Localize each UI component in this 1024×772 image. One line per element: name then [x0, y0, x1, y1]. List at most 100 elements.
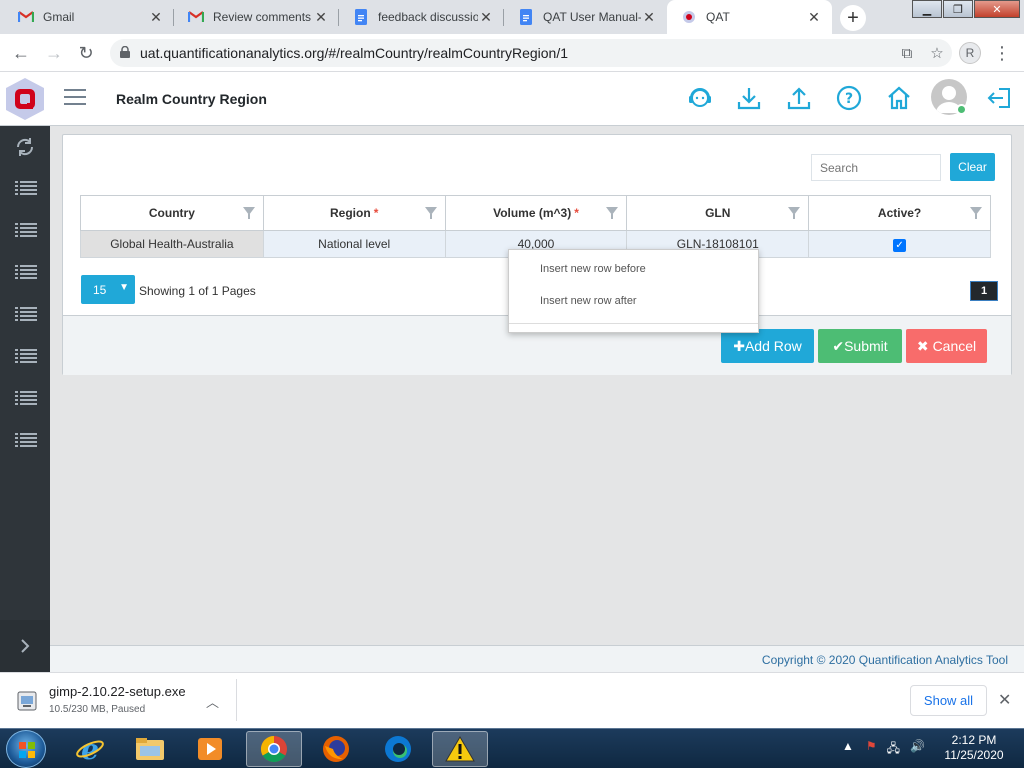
show-all-button[interactable]: Show all — [910, 685, 987, 716]
sidebar-sync-icon[interactable] — [15, 138, 37, 156]
system-tray: ▲ ⚑ 🖧 🔊 — [842, 739, 925, 760]
address-bar-row: ← → ↻ uat.quantificationanalytics.org/#/… — [0, 34, 1024, 72]
sidebar-list-icon[interactable] — [15, 264, 37, 282]
browser-tab-strip: Gmail ✕ Review comments ✕ feedback discu… — [0, 0, 1024, 34]
window-close-button[interactable]: ✕ — [974, 0, 1020, 18]
edge-icon[interactable] — [370, 731, 426, 767]
new-tab-button[interactable]: + — [840, 5, 866, 31]
context-menu-insert-before[interactable]: Insert new row before — [540, 263, 646, 275]
search-input[interactable] — [811, 154, 941, 181]
reload-icon[interactable]: ↻ — [75, 42, 97, 64]
check-icon: ✔ — [832, 337, 845, 354]
gmail-icon — [18, 9, 34, 25]
active-checkbox[interactable]: ✓ — [893, 238, 907, 252]
svg-text:?: ? — [845, 91, 853, 107]
chevron-down-icon: ▼ — [119, 282, 129, 293]
sidebar-toggle-chevron-right-icon[interactable] — [0, 620, 50, 672]
clear-button[interactable]: Clear — [950, 153, 995, 181]
action-center-flag-icon[interactable]: ⚑ — [866, 739, 877, 760]
close-tab-icon[interactable]: ✕ — [806, 9, 822, 26]
url-bar[interactable]: uat.quantificationanalytics.org/#/realmC… — [110, 39, 952, 67]
forward-arrow-icon[interactable]: → — [43, 42, 65, 64]
google-docs-icon — [353, 9, 369, 25]
sidebar-list-icon[interactable] — [15, 348, 37, 366]
sidebar-list-icon[interactable] — [15, 222, 37, 240]
sidebar-list-icon[interactable] — [15, 390, 37, 408]
page-number-button[interactable]: 1 — [970, 281, 998, 301]
chrome-icon[interactable] — [246, 731, 302, 767]
filter-icon[interactable] — [606, 207, 619, 219]
start-button[interactable] — [6, 730, 46, 768]
app-footer: Copyright © 2020 Quantification Analytic… — [50, 645, 1024, 672]
close-tab-icon[interactable]: ✕ — [641, 9, 657, 26]
filter-icon[interactable] — [424, 207, 437, 219]
context-menu-insert-after[interactable]: Insert new row after — [540, 295, 637, 307]
column-header-gln[interactable]: GLN — [626, 195, 810, 231]
page-size-select[interactable]: 15 ▼ — [81, 275, 135, 304]
home-icon[interactable] — [885, 84, 913, 112]
clock-date: 11/25/2020 — [944, 748, 1004, 762]
network-icon[interactable]: 🖧 — [887, 739, 900, 760]
filter-icon[interactable] — [970, 207, 982, 219]
media-player-icon[interactable] — [182, 731, 238, 767]
file-explorer-icon[interactable] — [122, 731, 178, 767]
column-header-region[interactable]: Region * — [262, 195, 446, 231]
filter-icon[interactable] — [788, 207, 801, 219]
browser-menu-icon[interactable]: ⋮ — [993, 42, 1011, 64]
warning-app-icon[interactable] — [432, 731, 488, 767]
volume-icon[interactable]: 🔊 — [910, 739, 925, 760]
close-download-bar-icon[interactable]: ✕ — [998, 690, 1011, 710]
column-header-country[interactable]: Country — [80, 195, 264, 231]
download-icon[interactable] — [735, 84, 763, 112]
internet-explorer-icon[interactable]: e — [62, 731, 118, 767]
column-header-volume[interactable]: Volume (m^3) * — [444, 195, 628, 231]
bookmark-star-icon[interactable]: ☆ — [922, 44, 952, 62]
submit-button[interactable]: ✔ Submit — [818, 329, 902, 363]
support-icon[interactable] — [686, 84, 714, 112]
clock-time: 2:12 PM — [951, 733, 997, 747]
browser-tab-gmail[interactable]: Gmail ✕ — [4, 0, 174, 34]
taskbar-clock[interactable]: 2:12 PM 11/25/2020 — [934, 733, 1014, 763]
close-tab-icon[interactable]: ✕ — [478, 9, 494, 26]
upload-icon[interactable] — [785, 84, 813, 112]
minimize-button[interactable]: ▁ — [912, 0, 942, 18]
browser-tab-qat[interactable]: QAT ✕ — [667, 0, 832, 34]
download-filename[interactable]: gimp-2.10.22-setup.exe — [49, 684, 186, 699]
context-menu: Insert new row before Insert new row aft… — [508, 249, 759, 333]
pagination-info: Showing 1 of 1 Pages — [139, 284, 256, 298]
cancel-button[interactable]: ✖ Cancel — [906, 329, 987, 363]
hamburger-menu-icon[interactable] — [64, 89, 86, 109]
installer-file-icon — [17, 690, 37, 712]
profile-avatar[interactable]: R — [959, 42, 981, 64]
sidebar-list-icon[interactable] — [15, 180, 37, 198]
tray-expand-icon[interactable]: ▲ — [842, 739, 854, 760]
logout-icon[interactable] — [985, 84, 1013, 112]
browser-tab-feedback[interactable]: feedback discussio ✕ — [339, 0, 504, 34]
sidebar-list-icon[interactable] — [15, 432, 37, 450]
online-status-dot — [956, 104, 967, 115]
tab-title: Gmail — [43, 10, 75, 24]
help-icon[interactable]: ? — [835, 84, 863, 112]
add-row-button[interactable]: ✚ Add Row — [721, 329, 814, 363]
open-in-app-icon[interactable]: ⧉ — [892, 45, 922, 62]
browser-tab-review-comments[interactable]: Review comments ✕ — [174, 0, 339, 34]
qat-logo[interactable] — [0, 72, 50, 126]
cell-region[interactable]: National level — [262, 230, 446, 258]
gmail-icon — [188, 9, 204, 25]
chevron-up-icon[interactable]: ︿ — [206, 692, 219, 711]
back-arrow-icon[interactable]: ← — [10, 42, 32, 64]
column-header-active[interactable]: Active? — [808, 195, 991, 231]
download-status: 10.5/230 MB, Paused — [49, 704, 146, 715]
sidebar-list-icon[interactable] — [15, 306, 37, 324]
browser-tab-qat-manual[interactable]: QAT User Manual- ✕ — [504, 0, 667, 34]
close-tab-icon[interactable]: ✕ — [313, 9, 329, 26]
tab-title: QAT User Manual- — [543, 10, 641, 24]
maximize-button[interactable]: ❐ — [943, 0, 973, 18]
firefox-icon[interactable] — [308, 731, 364, 767]
context-menu-divider — [509, 323, 758, 324]
filter-icon[interactable] — [242, 207, 255, 219]
svg-text:e: e — [81, 734, 99, 764]
download-bar: gimp-2.10.22-setup.exe 10.5/230 MB, Paus… — [0, 672, 1024, 728]
close-tab-icon[interactable]: ✕ — [148, 9, 164, 26]
cell-active[interactable]: ✓ — [808, 230, 991, 258]
